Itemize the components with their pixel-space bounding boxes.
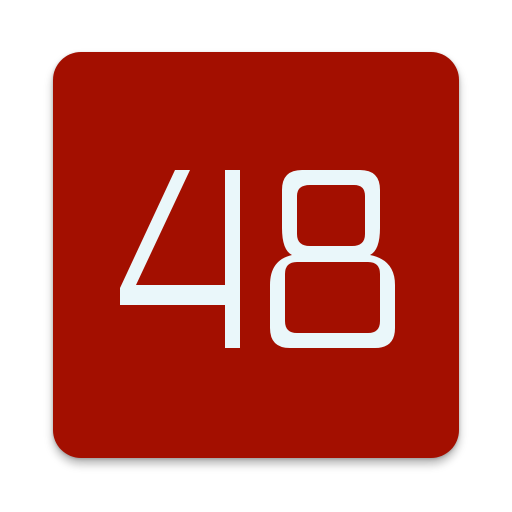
app-icon-canvas: 48 bbox=[0, 0, 512, 512]
digit-eight-glyph bbox=[270, 170, 395, 348]
number-glyph bbox=[120, 170, 395, 348]
digit-four-glyph bbox=[120, 170, 240, 348]
